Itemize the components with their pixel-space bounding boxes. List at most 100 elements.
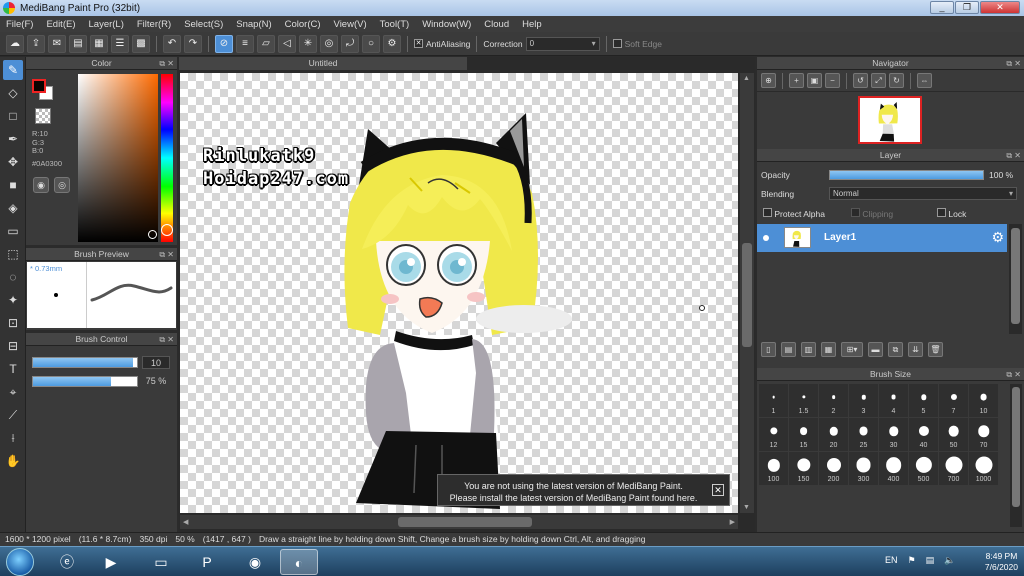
brush-size-slider[interactable] xyxy=(32,357,138,368)
foreground-color-swatch[interactable] xyxy=(32,79,46,93)
panel-controls-icon[interactable]: ⧉ ✕ xyxy=(159,248,174,261)
circle-snap-icon[interactable]: ○ xyxy=(362,34,380,53)
horizontal-scroll-thumb[interactable] xyxy=(398,517,532,527)
hue-slider-cursor[interactable] xyxy=(161,224,173,236)
menu-snap[interactable]: Snap(N) xyxy=(236,19,271,30)
new-8bit-layer-icon[interactable]: ▥ xyxy=(801,342,816,357)
duplicate-layer-icon[interactable]: ⧉ xyxy=(888,342,903,357)
sv-picker-cursor[interactable] xyxy=(148,230,157,239)
menu-help[interactable]: Help xyxy=(522,19,542,30)
brush-size-option[interactable]: 50 xyxy=(939,418,968,451)
comment-icon[interactable]: ✉ xyxy=(48,34,66,53)
brush-size-option[interactable]: 3 xyxy=(849,384,878,417)
brush-size-option[interactable]: 10 xyxy=(969,384,998,417)
new-folder-icon[interactable]: ▬ xyxy=(868,342,883,357)
brush-size-option[interactable]: 40 xyxy=(909,418,938,451)
brush-size-option[interactable]: 4 xyxy=(879,384,908,417)
close-button[interactable]: ✕ xyxy=(980,1,1020,14)
brush-tool-icon[interactable]: ✎ xyxy=(3,60,23,80)
concentric-snap-icon[interactable]: ◎ xyxy=(320,34,338,53)
brush-size-option[interactable]: 12 xyxy=(759,418,788,451)
powerpoint-icon[interactable]: P xyxy=(188,549,226,575)
cloud-icon[interactable]: ☁ xyxy=(6,34,24,53)
layer-scroll-thumb[interactable] xyxy=(1011,228,1020,324)
soft-edge-checkbox[interactable] xyxy=(612,39,622,48)
menu-tool[interactable]: Tool(T) xyxy=(380,19,410,30)
panel-controls-icon[interactable]: ⧉ ✕ xyxy=(159,57,174,70)
divide-tool-icon[interactable]: ⟋ xyxy=(3,405,23,425)
start-button-icon[interactable] xyxy=(6,548,34,576)
move-tool-icon[interactable]: ✥ xyxy=(3,152,23,172)
fit-window-icon[interactable]: ⤢ xyxy=(871,73,886,88)
eraser-tool-icon[interactable]: ◇ xyxy=(3,83,23,103)
palette-settings-icon[interactable]: ◎ xyxy=(54,177,70,193)
brush-size-option[interactable]: 25 xyxy=(849,418,878,451)
panel-controls-icon[interactable]: ⧉ ✕ xyxy=(1006,149,1021,162)
protect-alpha-option[interactable]: Protect Alpha xyxy=(763,208,825,219)
internet-explorer-icon[interactable]: ⓔ xyxy=(48,549,86,575)
undo-icon[interactable]: ↶ xyxy=(163,34,181,53)
navigator-thumbnail[interactable] xyxy=(858,96,922,144)
menu-window[interactable]: Window(W) xyxy=(422,19,471,30)
merge-layer-icon[interactable]: ⇊ xyxy=(908,342,923,357)
layer-opacity-slider[interactable] xyxy=(829,170,984,180)
menu-view[interactable]: View(V) xyxy=(334,19,367,30)
vertical-scrollbar[interactable]: ▲ ▼ xyxy=(740,73,754,513)
transparent-color-swatch[interactable] xyxy=(35,108,51,124)
zoom-actual-icon[interactable]: ▣ xyxy=(807,73,822,88)
pen-tool-icon[interactable]: ✒ xyxy=(3,129,23,149)
brush-size-scroll-thumb[interactable] xyxy=(1012,387,1020,507)
saturation-value-picker[interactable] xyxy=(78,74,158,242)
curve-snap-icon[interactable]: ⤾ xyxy=(341,34,359,53)
add-layer-menu-icon[interactable]: ⊞▾ xyxy=(841,342,863,357)
scroll-up-icon[interactable]: ▲ xyxy=(743,75,750,82)
chat-icon[interactable]: ▤ xyxy=(69,34,87,53)
scroll-left-icon[interactable]: ◀ xyxy=(183,518,188,526)
protect-alpha-checkbox[interactable] xyxy=(763,208,772,217)
redo-icon[interactable]: ↷ xyxy=(184,34,202,53)
fill-rect-tool-icon[interactable]: ■ xyxy=(3,175,23,195)
minimize-button[interactable]: _ xyxy=(930,1,954,14)
document-tab[interactable]: Untitled xyxy=(179,57,467,70)
brush-size-scrollbar[interactable] xyxy=(1010,384,1022,527)
zoom-fit-icon[interactable]: ⊕ xyxy=(761,73,776,88)
system-clock[interactable]: 8:49 PM 7/6/2020 xyxy=(985,551,1018,573)
menu-color[interactable]: Color(C) xyxy=(285,19,321,30)
network-icon[interactable]: ▤ xyxy=(926,555,935,566)
parallel-snap-icon[interactable]: ≡ xyxy=(236,34,254,53)
media-player-icon[interactable]: ▶ xyxy=(92,549,130,575)
menu-select[interactable]: Select(S) xyxy=(184,19,223,30)
chrome-icon[interactable]: ◉ xyxy=(236,549,274,575)
brush-size-option[interactable]: 2 xyxy=(819,384,848,417)
medibang-taskbar-icon[interactable]: ◐ xyxy=(280,549,318,575)
cross-snap-icon[interactable]: ▱ xyxy=(257,34,275,53)
brush-size-option[interactable]: 300 xyxy=(849,452,878,485)
volume-icon[interactable]: 🔈 xyxy=(944,555,955,566)
brush-size-option[interactable]: 20 xyxy=(819,418,848,451)
palette-icon[interactable]: ◉ xyxy=(33,177,49,193)
brush-size-option[interactable]: 1000 xyxy=(969,452,998,485)
select-eraser-tool-icon[interactable]: ⊟ xyxy=(3,336,23,356)
drawing-canvas[interactable]: Rinlukatk9 Hoidap247.com xyxy=(180,73,738,513)
antialiasing-checkbox[interactable]: ✕ xyxy=(414,39,423,48)
hand-tool-icon[interactable]: ✋ xyxy=(3,451,23,471)
brush-size-option[interactable]: 1.5 xyxy=(789,384,818,417)
layer-list-scrollbar[interactable] xyxy=(1009,224,1022,334)
brush-size-option[interactable]: 150 xyxy=(789,452,818,485)
flag-icon[interactable]: ⚑ xyxy=(908,555,916,566)
document-icon[interactable]: ▦ xyxy=(90,34,108,53)
menu-cloud[interactable]: Cloud xyxy=(484,19,509,30)
shape-tool-icon[interactable]: □ xyxy=(3,106,23,126)
brush-size-option[interactable]: 15 xyxy=(789,418,818,451)
lock-checkbox[interactable] xyxy=(937,208,946,217)
select-tool-icon[interactable]: ⬚ xyxy=(3,244,23,264)
horizontal-scrollbar[interactable]: ◀ ▶ xyxy=(180,515,738,529)
new-layer-icon[interactable]: ▯ xyxy=(761,342,776,357)
panel-controls-icon[interactable]: ⧉ ✕ xyxy=(1006,368,1021,381)
panel-controls-icon[interactable]: ⧉ ✕ xyxy=(1006,57,1021,70)
flip-icon[interactable]: ⇔ xyxy=(917,73,932,88)
new-1bit-layer-icon[interactable]: ▦ xyxy=(821,342,836,357)
clipping-option[interactable]: Clipping xyxy=(851,208,893,219)
grid-icon[interactable]: ▩ xyxy=(132,34,150,53)
rotate-left-icon[interactable]: ↺ xyxy=(853,73,868,88)
